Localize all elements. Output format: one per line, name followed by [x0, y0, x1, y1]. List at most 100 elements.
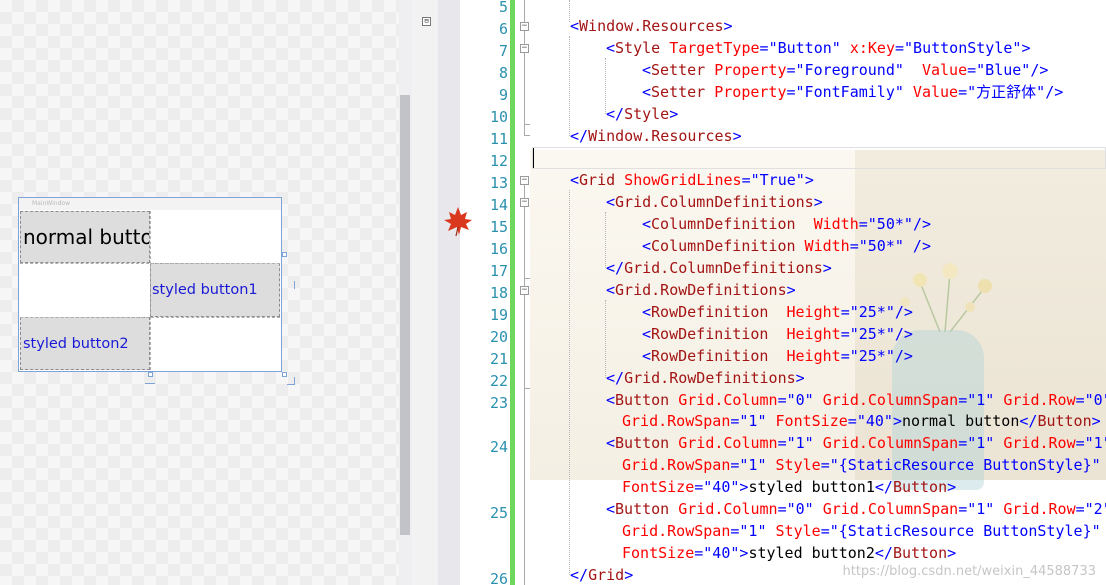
main-window-preview[interactable]: MainWindow normal button styled button1 …	[18, 197, 282, 372]
code-token: =	[786, 83, 796, 101]
code-line: <RowDefinition Height="25*"/>	[642, 301, 913, 323]
code-token: styled button1	[748, 478, 875, 496]
resize-marker	[287, 377, 295, 385]
code-token: =	[820, 522, 830, 540]
code-token: >	[1021, 39, 1031, 57]
code-token: Style	[615, 39, 661, 57]
line-number: 17	[489, 262, 508, 280]
code-token: Grid.Column	[669, 434, 778, 452]
line-number: 13	[489, 174, 508, 192]
scrollbar-thumb[interactable]	[400, 95, 410, 535]
styled-button-1[interactable]: styled button1	[150, 263, 280, 317]
code-line: <RowDefinition Height="25*"/>	[642, 345, 913, 367]
code-token: FontSize	[622, 478, 695, 496]
code-token: "方正舒体"	[967, 83, 1046, 101]
code-token: =	[958, 83, 968, 101]
code-line: <Window.Resources>	[570, 15, 733, 37]
code-token: FontSize	[622, 544, 695, 562]
fold-collapse-icon[interactable]: −	[520, 198, 529, 207]
maple-leaf-icon	[444, 207, 472, 237]
xaml-designer-surface[interactable]: MainWindow normal button styled button1 …	[0, 0, 412, 585]
code-token: Grid	[588, 566, 625, 584]
code-token: "Foreground"	[795, 61, 904, 79]
code-token: Grid.RowSpan	[622, 456, 731, 474]
fold-collapse-icon[interactable]: −	[520, 176, 529, 185]
code-line: </Style>	[606, 103, 678, 125]
watermark: https://blog.csdn.net/weixin_44588733	[842, 564, 1096, 579]
code-token: Style	[624, 105, 670, 123]
code-token: "2"	[1084, 500, 1106, 518]
code-token: "40"	[856, 412, 893, 430]
line-number: 21	[489, 350, 508, 368]
grid-line-horizontal	[20, 263, 280, 264]
code-token: <	[606, 391, 616, 409]
code-token: Grid.RowSpan	[622, 522, 731, 540]
fold-collapse-icon[interactable]: −	[520, 44, 529, 53]
resize-handle[interactable]	[148, 372, 153, 377]
line-number: 24	[489, 438, 508, 456]
pane-splitter[interactable]: ⊟	[412, 0, 438, 585]
indent-guide	[569, 190, 570, 575]
line-number: 16	[489, 240, 508, 258]
normal-button[interactable]: normal button	[20, 211, 150, 263]
code-line: Grid.RowSpan="1" Style="{StaticResource …	[622, 520, 1101, 542]
code-token: />	[894, 325, 913, 343]
fold-line	[524, 207, 525, 286]
code-token: </	[570, 127, 589, 145]
code-token: "1"	[967, 434, 995, 452]
code-token: Grid.RowDefinitions	[615, 281, 787, 299]
code-token: </	[570, 566, 589, 584]
code-token: >	[947, 544, 957, 562]
code-token: <	[642, 83, 652, 101]
styled-button-2[interactable]: styled button2	[20, 317, 150, 370]
code-token: </	[874, 478, 893, 496]
code-token: "50*"	[858, 237, 904, 255]
code-token: "Button"	[768, 39, 841, 57]
code-token: =	[694, 478, 704, 496]
code-token: "50*"	[867, 215, 913, 233]
code-token: Grid.ColumnSpan	[813, 434, 959, 452]
code-token: Button	[1037, 412, 1092, 430]
code-token: RowDefinition	[651, 303, 769, 321]
code-token: >	[822, 259, 832, 277]
code-token: "{StaticResource ButtonStyle}"	[829, 522, 1101, 540]
resize-handle[interactable]	[282, 252, 287, 257]
code-token: <	[570, 171, 580, 189]
code-token: Height	[768, 303, 841, 321]
code-token: >	[624, 566, 634, 584]
code-token: <	[642, 325, 652, 343]
code-token: =	[840, 303, 850, 321]
code-token: Grid	[579, 171, 616, 189]
line-number: 26	[489, 570, 508, 585]
line-number: 18	[489, 284, 508, 302]
code-token: "25*"	[849, 347, 895, 365]
collapse-pane-icon[interactable]: ⊟	[422, 17, 431, 26]
fold-collapse-icon[interactable]: −	[520, 22, 529, 31]
code-token: Value	[903, 61, 968, 79]
designer-vertical-scrollbar[interactable]	[399, 0, 412, 585]
code-line: Grid.RowSpan="1" Style="{StaticResource …	[622, 454, 1101, 476]
window-title: MainWindow	[19, 198, 281, 210]
xaml-code-editor[interactable]: 5 6 7 8 9 10 11 12 13 14 15 16 17 18 19 20 21 22 23 24 25 26 …	[460, 0, 1106, 585]
code-token: <	[642, 61, 652, 79]
code-token: "25*"	[849, 303, 895, 321]
code-token: Grid.Column	[669, 391, 778, 409]
code-token: >	[732, 127, 742, 145]
code-token: =	[958, 500, 968, 518]
code-line: FontSize="40">styled button2</Button>	[622, 542, 956, 564]
code-token: >	[813, 193, 823, 211]
line-number: 8	[498, 64, 508, 82]
code-token: =	[849, 237, 859, 255]
code-token: TargetType	[660, 39, 760, 57]
fold-collapse-icon[interactable]: −	[520, 286, 529, 295]
code-token: =	[958, 434, 968, 452]
code-line: </Grid>	[570, 564, 633, 585]
code-token: Value	[903, 83, 959, 101]
current-line-highlight	[532, 147, 1106, 169]
code-line: </Grid.ColumnDefinitions>	[606, 257, 832, 279]
code-token: Grid.Column	[669, 500, 778, 518]
code-token: </	[874, 544, 893, 562]
code-token: =	[847, 412, 857, 430]
line-number: 19	[489, 306, 508, 324]
code-token: x:Key	[840, 39, 895, 57]
